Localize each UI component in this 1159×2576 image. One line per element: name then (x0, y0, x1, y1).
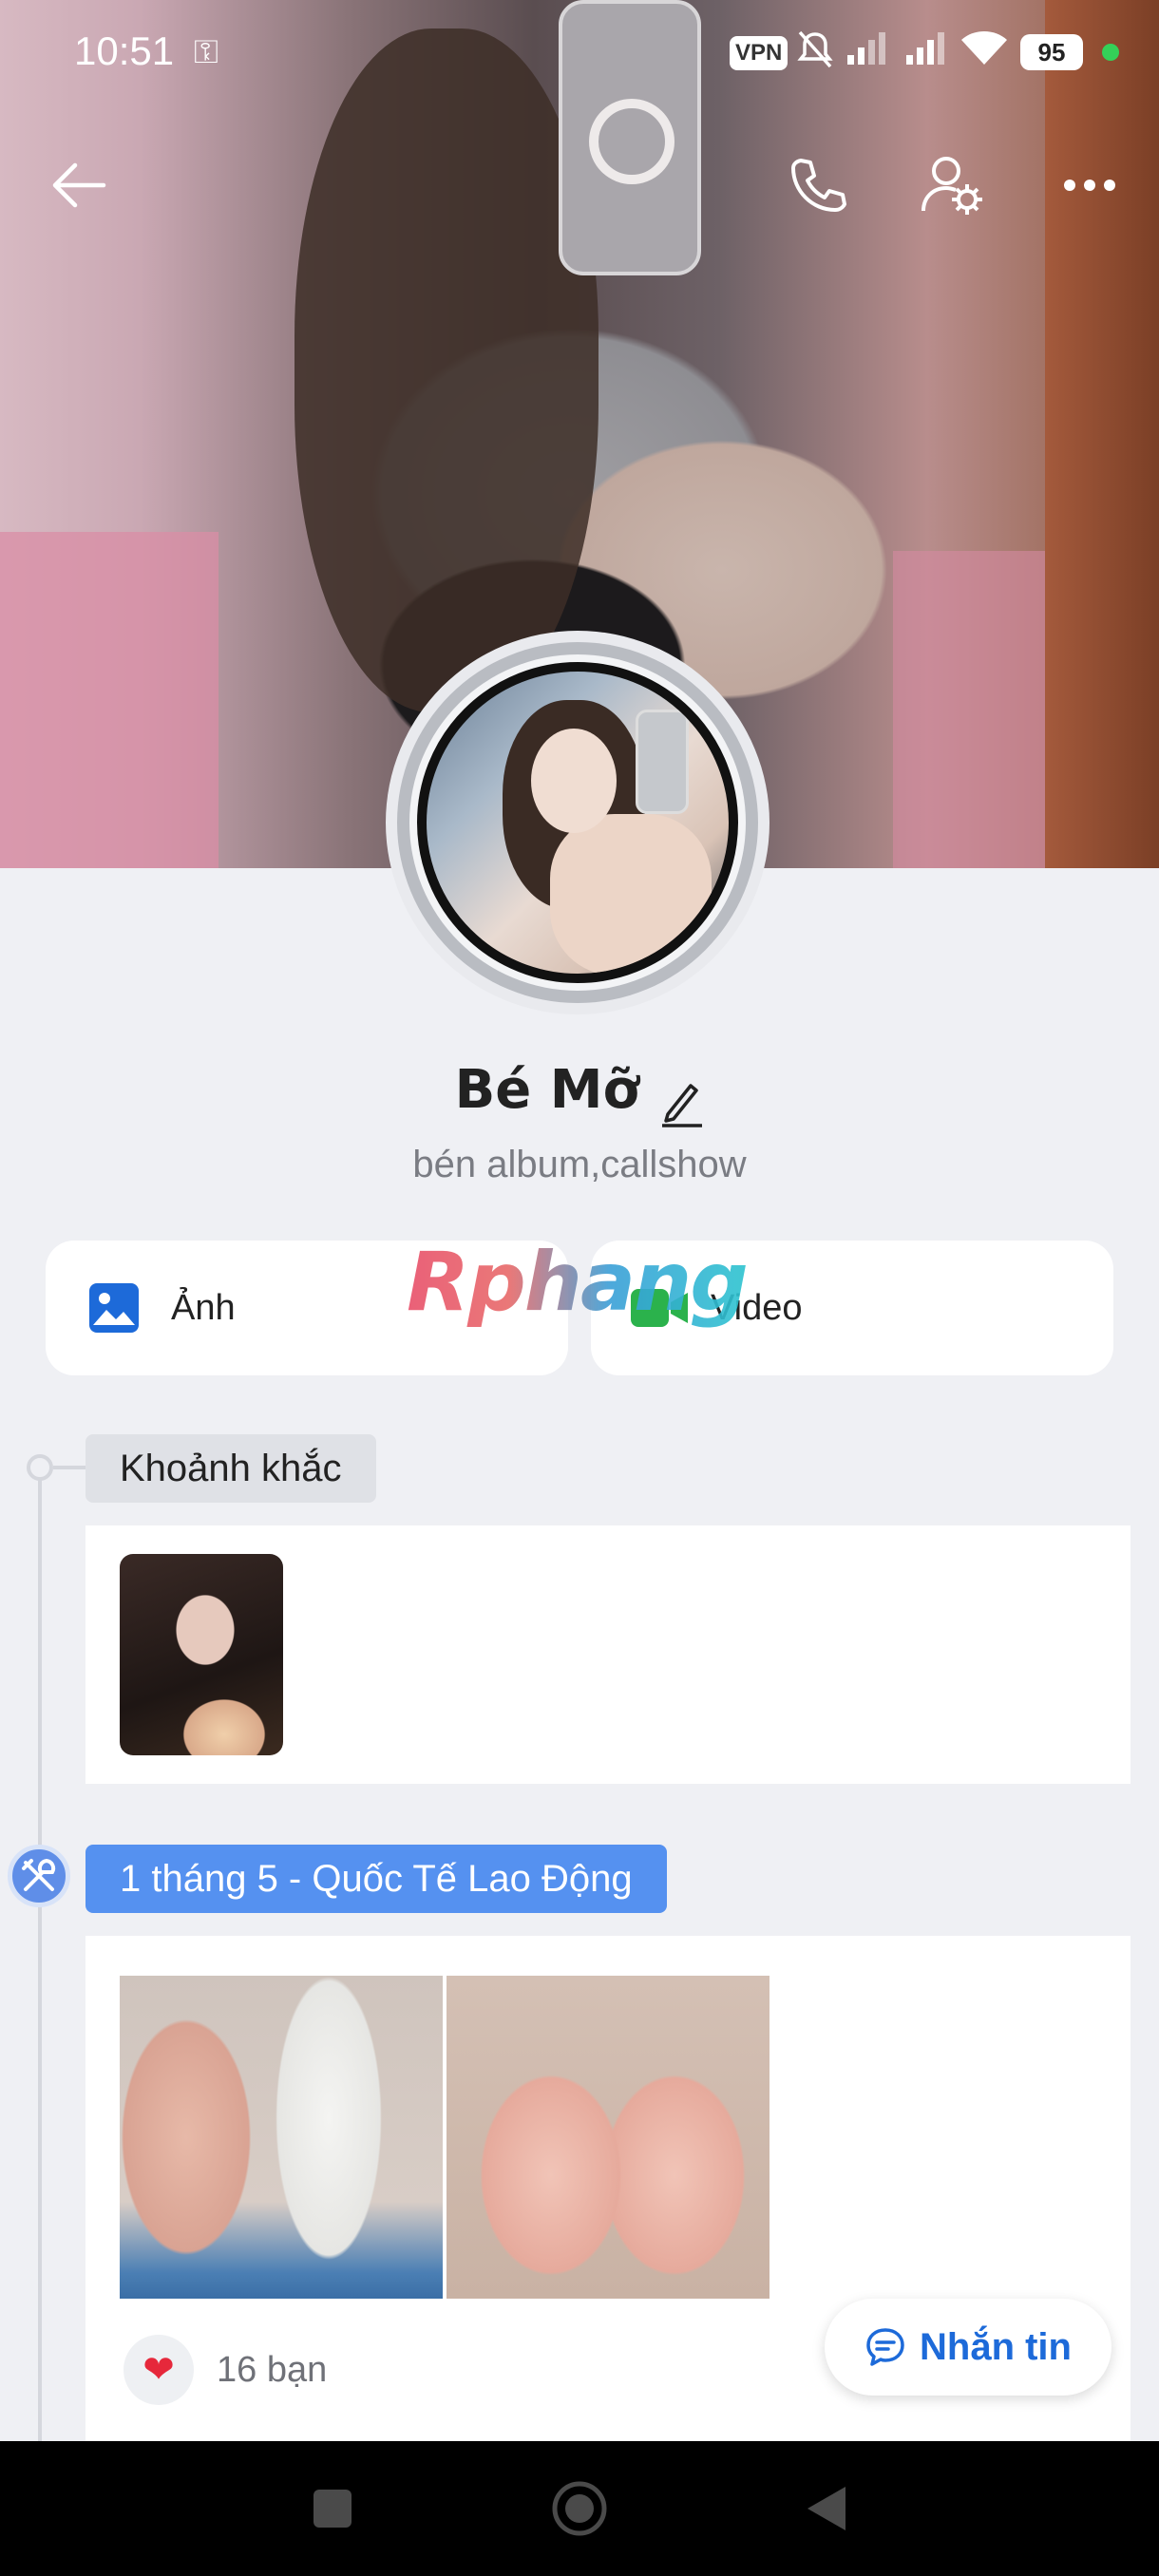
wifi-icon (960, 28, 1009, 76)
status-time: 10:51 (74, 28, 175, 73)
chat-bubble-icon (866, 2328, 904, 2366)
heart-icon[interactable]: ❤ (124, 2335, 194, 2405)
user-settings-icon (922, 157, 982, 215)
privacy-dot (1102, 44, 1119, 61)
timeline-connector (53, 1466, 86, 1469)
cover-door (1045, 0, 1159, 868)
status-bar: 10:51 ⚿ VPN 95 (0, 0, 1159, 104)
like-count[interactable]: 16 bạn (217, 2350, 327, 2391)
cover-wall-right (893, 551, 1064, 868)
post-photo[interactable] (446, 1976, 770, 2299)
signal-icon (904, 28, 948, 76)
circle-icon (552, 2481, 607, 2536)
pencil-icon[interactable] (660, 1080, 704, 1127)
image-icon (89, 1283, 139, 1333)
back-button[interactable] (36, 142, 122, 228)
avatar[interactable] (386, 631, 770, 1014)
message-button-label: Nhắn tin (920, 2325, 1072, 2368)
triangle-back-icon (808, 2487, 846, 2530)
system-nav-bar (0, 2441, 1159, 2576)
profile-settings-button[interactable] (910, 142, 996, 228)
call-button[interactable] (775, 142, 861, 228)
moments-panel (86, 1525, 1130, 1784)
moments-tag[interactable]: Khoảnh khắc (86, 1434, 376, 1503)
signal-icon (846, 28, 889, 76)
event-tag[interactable]: 1 tháng 5 - Quốc Tế Lao Động (86, 1845, 667, 1913)
mute-icon (796, 28, 834, 80)
post-photo[interactable] (120, 1976, 443, 2299)
moment-thumbnail[interactable] (120, 1554, 283, 1755)
timeline-line (38, 1468, 42, 2441)
recents-button[interactable] (276, 2441, 390, 2576)
profile-name: Bé Mỡ (454, 1059, 639, 1121)
phone-icon (791, 159, 846, 212)
more-button[interactable] (1047, 142, 1132, 228)
arrow-left-icon (52, 162, 106, 208)
watermark: Rphang (407, 1235, 749, 1330)
profile-name-row: Bé Mỡ (0, 1059, 1159, 1127)
tools-icon (8, 1845, 70, 1907)
profile-bio: bén album,callshow (412, 1144, 747, 1185)
battery-icon: 95 (1020, 34, 1083, 70)
back-nav-button[interactable] (770, 2441, 884, 2576)
avatar-image (417, 662, 738, 983)
square-icon (314, 2490, 352, 2528)
key-icon: ⚿ (194, 34, 218, 70)
more-horizontal-icon (1064, 180, 1115, 191)
cover-figure (294, 28, 598, 712)
home-button[interactable] (522, 2441, 636, 2576)
cover-wall (0, 532, 218, 868)
message-button[interactable]: Nhắn tin (825, 2299, 1112, 2396)
timeline-dot (27, 1454, 53, 1481)
vpn-icon: VPN (730, 36, 788, 70)
photos-label: Ảnh (171, 1287, 236, 1328)
